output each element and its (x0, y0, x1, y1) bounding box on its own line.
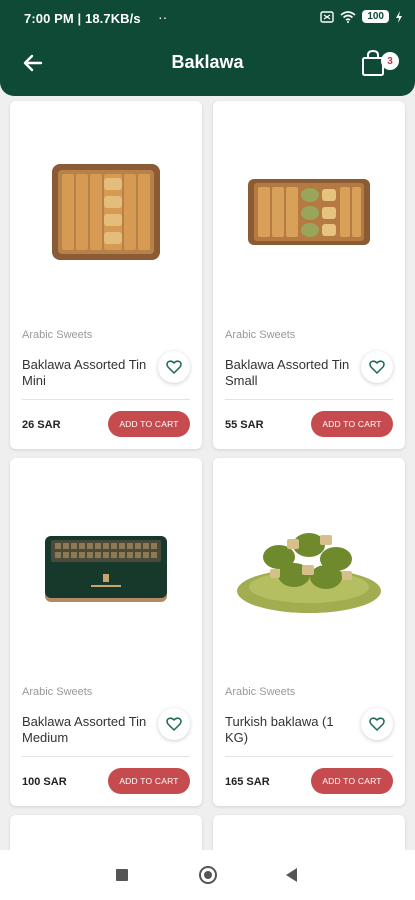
favorite-button[interactable] (361, 351, 393, 383)
page-title: Baklawa (171, 52, 244, 72)
product-category: Arabic Sweets (225, 686, 296, 698)
product-card[interactable]: Arabic Sweets Baklawa Assorted Tin Mediu… (10, 458, 202, 806)
product-card[interactable]: Arabic Sweets Turkish baklawa (1 KG) 165… (213, 458, 405, 806)
product-price: 26 SAR (22, 419, 61, 431)
status-time: 7:00 PM | 18.7KB/s (24, 11, 141, 26)
product-name[interactable]: Turkish baklawa (1 KG) (225, 714, 355, 746)
product-price: 55 SAR (225, 419, 264, 431)
product-image[interactable] (213, 101, 405, 321)
charging-icon (396, 10, 402, 23)
product-price: 165 SAR (225, 776, 270, 788)
favorite-button[interactable] (361, 708, 393, 740)
wifi-icon (340, 10, 356, 23)
cart-count-badge: 3 (381, 52, 399, 70)
status-dots: ·· (158, 9, 168, 25)
product-category: Arabic Sweets (225, 329, 296, 341)
add-to-cart-button[interactable]: ADD TO CART (108, 768, 190, 794)
sim-icon (320, 10, 335, 23)
product-image[interactable] (10, 458, 202, 678)
app-header: 7:00 PM | 18.7KB/s ·· 100 Baklawa 3 (0, 0, 415, 96)
status-icons: 100 (320, 10, 403, 23)
product-image[interactable] (10, 101, 202, 321)
product-card[interactable]: Arabic Sweets Baklawa Assorted Tin Small… (213, 101, 405, 449)
product-price: 100 SAR (22, 776, 67, 788)
heart-icon (369, 360, 385, 374)
header-nav: Baklawa 3 (0, 40, 415, 86)
back-triangle-icon[interactable] (286, 868, 297, 882)
product-name[interactable]: Baklawa Assorted Tin Mini (22, 357, 152, 389)
divider (22, 399, 190, 400)
recent-apps-icon[interactable] (116, 869, 128, 881)
favorite-button[interactable] (158, 708, 190, 740)
divider (22, 756, 190, 757)
divider (225, 756, 393, 757)
favorite-button[interactable] (158, 351, 190, 383)
divider (225, 399, 393, 400)
assorted-tin-small-image (248, 179, 370, 245)
turkish-baklawa-image (237, 533, 381, 613)
product-name[interactable]: Baklawa Assorted Tin Medium (22, 714, 152, 746)
add-to-cart-button[interactable]: ADD TO CART (311, 768, 393, 794)
assorted-tin-medium-image (45, 536, 167, 602)
battery-icon: 100 (362, 10, 389, 23)
product-image[interactable] (213, 458, 405, 678)
status-bar: 7:00 PM | 18.7KB/s ·· 100 (0, 0, 415, 38)
product-card[interactable]: Arabic Sweets Baklawa Assorted Tin Mini … (10, 101, 202, 449)
product-category: Arabic Sweets (22, 329, 93, 341)
add-to-cart-button[interactable]: ADD TO CART (108, 411, 190, 437)
heart-icon (166, 360, 182, 374)
home-icon[interactable] (199, 866, 217, 884)
cart-button[interactable]: 3 (361, 46, 399, 80)
system-nav-bar (0, 850, 415, 900)
product-category: Arabic Sweets (22, 686, 93, 698)
add-to-cart-button[interactable]: ADD TO CART (311, 411, 393, 437)
heart-icon (369, 717, 385, 731)
assorted-tin-mini-image (52, 164, 160, 260)
product-name[interactable]: Baklawa Assorted Tin Small (225, 357, 355, 389)
heart-icon (166, 717, 182, 731)
